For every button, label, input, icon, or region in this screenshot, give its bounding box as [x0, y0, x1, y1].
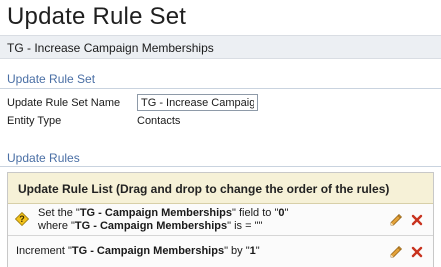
edit-pencil-icon[interactable] [388, 212, 404, 228]
rule-row[interactable]: Increment "TG - Campaign Memberships" by… [8, 236, 433, 267]
rule-description-line2: where "TG - Campaign Memberships" is = "… [38, 220, 263, 232]
delete-x-icon[interactable] [410, 213, 424, 227]
svg-text:?: ? [19, 214, 25, 224]
warning-diamond-icon: ? [15, 212, 29, 226]
rule-set-name-input[interactable] [137, 94, 258, 111]
delete-x-icon[interactable] [410, 245, 424, 259]
rule-list-header: Update Rule List (Drag and drop to chang… [8, 173, 433, 204]
section-divider [0, 88, 441, 89]
rule-list-header-text: Update Rule List (Drag and drop to chang… [18, 182, 390, 196]
edit-pencil-icon[interactable] [388, 244, 404, 260]
section-divider [0, 166, 441, 167]
name-label: Update Rule Set Name [7, 97, 121, 109]
entity-type-label: Entity Type [7, 115, 62, 127]
section-heading-general: Update Rule Set [7, 72, 96, 86]
section-heading-rules: Update Rules [7, 151, 80, 165]
rule-row[interactable]: ? Set the "TG - Campaign Memberships" fi… [8, 204, 433, 236]
record-subtitle: TG - Increase Campaign Memberships [7, 41, 214, 55]
record-subtitle-bar: TG - Increase Campaign Memberships [0, 35, 441, 59]
page-header: Update Rule Set [0, 0, 441, 35]
rule-description: Increment "TG - Campaign Memberships" by… [16, 245, 260, 257]
page-title: Update Rule Set [7, 3, 187, 30]
update-rule-list: Update Rule List (Drag and drop to chang… [7, 172, 434, 267]
rule-description-line1: Set the "TG - Campaign Memberships" fiel… [38, 207, 289, 219]
entity-type-value: Contacts [137, 115, 181, 127]
